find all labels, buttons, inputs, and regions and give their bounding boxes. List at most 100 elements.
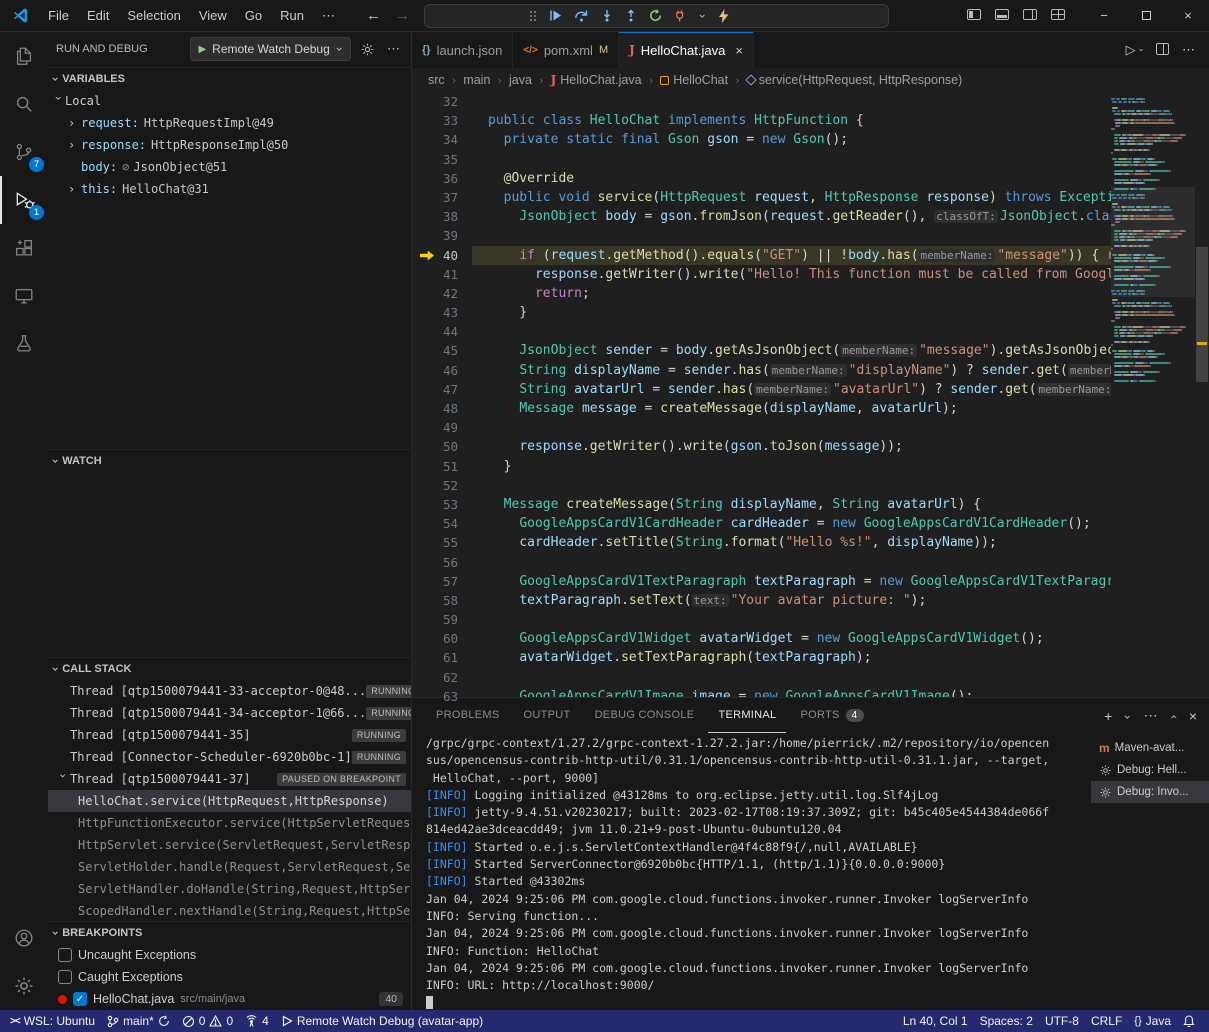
variable-row[interactable]: ›body:⊘JsonObject@51 [48,156,411,178]
lazy-eval-icon[interactable]: ⊘ [122,160,129,174]
call-stack-section-header[interactable]: › CALL STACK [48,658,411,680]
code-line[interactable]: textParagraph.setText(text:"Your avatar … [472,591,1111,610]
line-number[interactable]: 54 [412,514,472,533]
callstack-thread[interactable]: ›Thread [qtp1500079441-35]RUNNING [48,724,411,746]
menu-go[interactable]: Go [236,1,271,31]
code-line[interactable]: avatarWidget.setTextParagraph(textParagr… [472,648,1111,667]
code-line[interactable] [472,553,1111,572]
hot-code-replace-icon[interactable] [718,9,729,23]
code-line[interactable] [472,226,1111,245]
disconnect-icon[interactable] [674,9,687,23]
step-over-icon[interactable] [574,9,589,22]
code-line[interactable] [472,150,1111,169]
line-number[interactable]: 38 [412,207,472,226]
menu-view[interactable]: View [190,1,236,31]
status-branch[interactable]: main* [101,1010,176,1032]
activity-run-and-debug[interactable]: 1 [0,176,48,224]
chevron-down-icon[interactable]: › [699,9,706,23]
activity-settings[interactable] [0,962,48,1010]
status-indentation[interactable]: Spaces: 2 [974,1010,1039,1032]
status-cursor-position[interactable]: Ln 40, Col 1 [897,1010,974,1032]
stack-frame[interactable]: HelloChat.service(HttpRequest,HttpRespon… [48,790,411,812]
status-remote[interactable]: ><WSL: Ubuntu [4,1010,101,1032]
stack-frame[interactable]: ServletHandler.doHandle(String,Request,H… [48,878,411,900]
terminal-list-item[interactable]: Debug: Invo... [1091,781,1209,803]
code-line[interactable]: response.getWriter().write("Hello! This … [472,265,1111,284]
line-number[interactable]: 47 [412,380,472,399]
more-actions-icon[interactable]: ⋯ [384,41,403,57]
line-number[interactable]: 51 [412,457,472,476]
line-number[interactable]: 55 [412,533,472,552]
activity-extensions[interactable] [0,224,48,272]
line-number[interactable]: 49 [412,418,472,437]
line-number[interactable]: 44 [412,322,472,341]
line-number[interactable]: 39 [412,226,472,245]
close-button[interactable]: × [1167,0,1209,31]
minimize-button[interactable]: − [1083,0,1125,31]
code-line[interactable]: GoogleAppsCardV1CardHeader cardHeader = … [472,514,1111,533]
code-line[interactable]: Message message = createMessage(displayN… [472,399,1111,418]
code-line[interactable]: private static final Gson gson = new Gso… [472,130,1111,149]
breadcrumb-item[interactable]: JHelloChat.java [551,73,642,87]
line-number[interactable]: 41 [412,265,472,284]
line-number[interactable]: 45 [412,341,472,360]
line-number[interactable]: 35 [412,150,472,169]
code-line[interactable] [472,92,1111,111]
code-line[interactable]: response.getWriter().write(gson.toJson(m… [472,437,1111,456]
callstack-thread[interactable]: ›Thread [qtp1500079441-33-acceptor-0@48.… [48,680,411,702]
stack-frame[interactable]: HttpFunctionExecutor.service(HttpServlet… [48,812,411,834]
breadcrumb-item[interactable]: src [428,73,445,87]
toggle-sidebar-icon[interactable] [967,8,981,23]
status-encoding[interactable]: UTF-8 [1039,1010,1085,1032]
activity-remote-explorer[interactable] [0,272,48,320]
stack-frame[interactable]: ServletHolder.handle(Request,ServletRequ… [48,856,411,878]
code-line[interactable]: JsonObject body = gson.fromJson(request.… [472,207,1111,226]
start-debug-dropdown[interactable]: ▶ Remote Watch Debug › [190,37,351,61]
code-line[interactable]: cardHeader.setTitle(String.format("Hello… [472,533,1111,552]
stack-frame[interactable]: HttpServlet.service(ServletRequest,Servl… [48,834,411,856]
variable-row[interactable]: ›Local [48,90,411,112]
line-number[interactable]: 58 [412,591,472,610]
breadcrumb-item[interactable]: service(HttpRequest, HttpResponse) [747,73,963,87]
code-line[interactable]: GoogleAppsCardV1Image image = new Google… [472,687,1111,697]
terminal-output[interactable]: /grpc/grpc-context/1.27.2/grpc-context-1… [412,733,1091,1010]
tab-pom.xml[interactable]: </>pom.xmlM [513,32,619,68]
panel-tab-output[interactable]: OUTPUT [514,698,581,733]
code-line[interactable]: } [472,457,1111,476]
activity-source-control[interactable]: 7 [0,128,48,176]
code-line[interactable]: public void service(HttpRequest request,… [472,188,1111,207]
code-line[interactable] [472,668,1111,687]
line-number[interactable]: 62 [412,668,472,687]
line-number[interactable]: 36 [412,169,472,188]
line-number[interactable]: 46 [412,361,472,380]
callstack-thread[interactable]: ›Thread [qtp1500079441-34-acceptor-1@66.… [48,702,411,724]
minimap[interactable] [1111,92,1195,697]
line-number[interactable]: 61 [412,648,472,667]
toggle-secondary-sidebar-icon[interactable] [1023,8,1037,23]
breadcrumb-item[interactable]: HelloChat [660,73,728,87]
editor-gutter[interactable]: 3233343536373839404142434445464748495051… [412,92,472,697]
ellipsis-button[interactable]: ⋯ [1182,42,1195,58]
terminal-list-item[interactable]: Debug: Hell... [1091,759,1209,781]
code-line[interactable]: public class HelloChat implements HttpFu… [472,111,1111,130]
scrollbar-thumb[interactable] [1196,247,1208,382]
line-number[interactable]: 42 [412,284,472,303]
code-line[interactable] [472,322,1111,341]
panel-tab-ports[interactable]: PORTS4 [790,698,873,733]
ellipsis-button[interactable]: ⋯ [1144,707,1158,724]
panel-tab-terminal[interactable]: TERMINAL [708,698,786,733]
customize-layout-icon[interactable] [1051,8,1065,23]
code-line[interactable]: String displayName = sender.has(memberNa… [472,361,1111,380]
line-number[interactable]: 57 [412,572,472,591]
step-into-icon[interactable] [601,9,613,22]
menu-edit[interactable]: Edit [78,1,118,31]
terminal-list-item[interactable]: mMaven-avat... [1091,737,1209,759]
plus-button[interactable]: + [1104,708,1112,724]
checkbox[interactable]: ✓ [73,992,87,1006]
breadcrumb-item[interactable]: java [509,73,532,87]
chevron-down-button[interactable]: › [1124,708,1131,724]
line-number[interactable]: 33 [412,111,472,130]
restart-icon[interactable] [649,9,662,22]
status-eol[interactable]: CRLF [1085,1010,1128,1032]
code-line[interactable]: JsonObject sender = body.getAsJsonObject… [472,341,1111,360]
